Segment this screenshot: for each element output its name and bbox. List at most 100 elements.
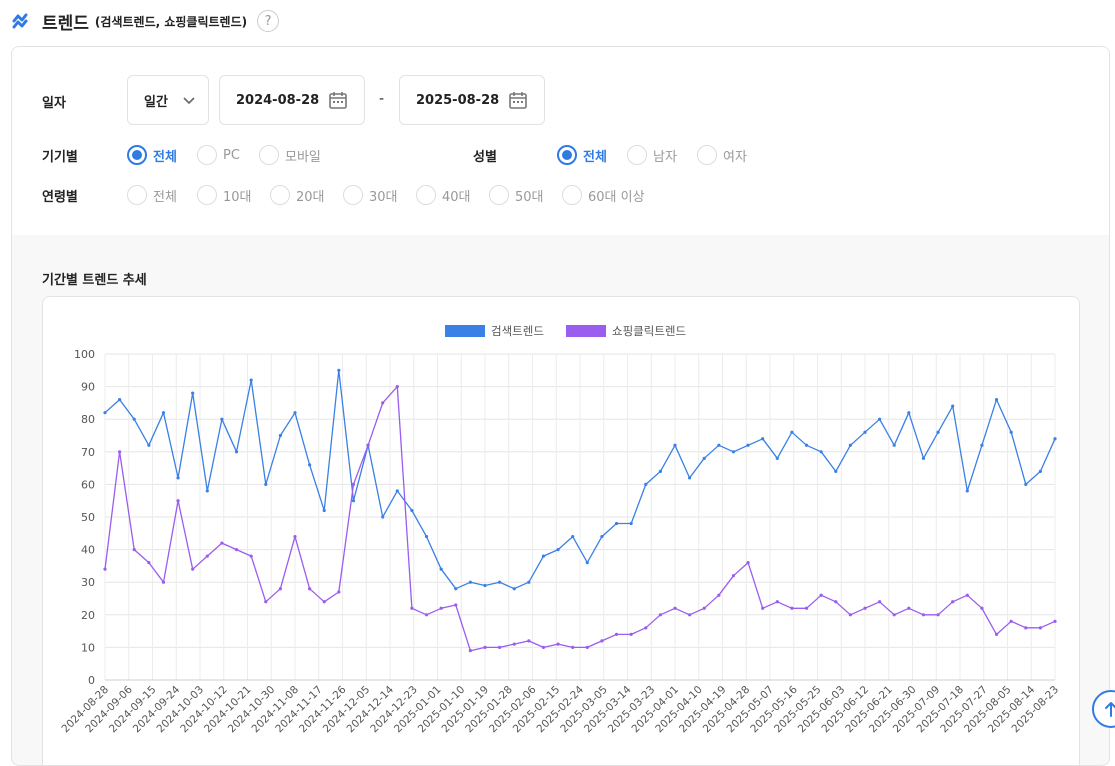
legend-swatch xyxy=(445,325,485,337)
data-point xyxy=(468,649,472,653)
data-point xyxy=(454,587,458,591)
data-point xyxy=(1053,619,1057,623)
data-point xyxy=(410,508,414,513)
data-point xyxy=(512,642,516,646)
age-radio-40s[interactable]: 40대 xyxy=(416,185,471,205)
data-point xyxy=(191,391,195,395)
help-button[interactable]: ? xyxy=(257,10,280,32)
data-point xyxy=(103,411,107,415)
start-date-field[interactable]: 2024-08-28 xyxy=(219,75,365,125)
gender-radio-female[interactable]: 여자 xyxy=(697,145,747,165)
data-point xyxy=(249,378,253,382)
data-point xyxy=(644,626,648,630)
data-point xyxy=(921,613,926,617)
data-point xyxy=(132,548,136,552)
data-point xyxy=(264,482,268,486)
data-point xyxy=(571,645,575,649)
data-point xyxy=(731,574,736,578)
data-point xyxy=(527,639,531,643)
radio-circle xyxy=(343,185,363,205)
radio-circle xyxy=(557,145,577,165)
y-tick-label: 80 xyxy=(81,413,95,426)
legend-swatch xyxy=(566,325,606,337)
data-point xyxy=(585,561,589,565)
data-point xyxy=(410,606,414,610)
date-separator: - xyxy=(379,91,385,107)
data-point xyxy=(351,482,356,486)
y-tick-label: 0 xyxy=(88,674,95,687)
data-point xyxy=(775,600,779,604)
data-point xyxy=(337,590,341,594)
radio-label: 남자 xyxy=(653,149,677,165)
data-point xyxy=(658,613,662,617)
data-point xyxy=(761,437,765,441)
section-title: 기간별 트렌드 추세 xyxy=(42,273,147,288)
data-point xyxy=(264,600,268,604)
data-point xyxy=(790,606,794,610)
radio-label: 여자 xyxy=(723,149,747,165)
y-tick-label: 30 xyxy=(81,576,95,589)
data-point xyxy=(571,534,575,539)
data-point xyxy=(118,450,122,454)
data-point xyxy=(965,489,969,493)
age-radio-30s[interactable]: 30대 xyxy=(343,185,398,205)
data-point xyxy=(863,430,867,434)
data-point xyxy=(1009,619,1013,623)
data-point xyxy=(381,401,385,405)
data-point xyxy=(103,567,107,571)
y-tick-label: 50 xyxy=(81,511,95,524)
data-point xyxy=(395,489,399,493)
data-point xyxy=(878,417,882,421)
data-point xyxy=(775,456,779,460)
data-point xyxy=(439,606,443,610)
data-point xyxy=(907,606,911,610)
age-radio-60s-plus[interactable]: 60대 이상 xyxy=(562,185,645,205)
data-point xyxy=(1038,626,1042,630)
data-point xyxy=(395,385,399,389)
gender-radio-male[interactable]: 남자 xyxy=(627,145,677,165)
data-point xyxy=(951,600,955,604)
calendar-icon xyxy=(329,92,347,109)
data-point xyxy=(819,593,823,597)
period-select[interactable]: 일간 xyxy=(127,75,209,125)
data-point xyxy=(161,411,166,415)
data-point xyxy=(191,567,195,571)
radio-label: 모바일 xyxy=(285,149,321,165)
device-radio-pc[interactable]: PC xyxy=(197,145,240,165)
device-radio-all[interactable]: 전체 xyxy=(127,145,177,165)
data-point xyxy=(541,645,546,649)
radio-label: 전체 xyxy=(153,189,177,205)
data-point xyxy=(878,600,882,604)
chart-card: 0 10 20 30 40 50 60 70 80 90 100 2024-08-28 2024-09-… xyxy=(42,296,1080,765)
age-radio-50s[interactable]: 50대 xyxy=(489,185,544,205)
radio-label: 10대 xyxy=(223,189,252,205)
data-point xyxy=(951,404,955,408)
data-point xyxy=(804,606,809,610)
data-point xyxy=(147,443,151,447)
data-point xyxy=(834,469,838,473)
data-point xyxy=(556,642,560,646)
data-point xyxy=(746,443,750,447)
data-point xyxy=(161,580,166,584)
data-point xyxy=(644,482,648,486)
data-point xyxy=(278,587,282,591)
end-date-field[interactable]: 2025-08-28 xyxy=(399,75,545,125)
data-point xyxy=(673,606,677,610)
radio-circle xyxy=(127,185,147,205)
gender-radio-all[interactable]: 전체 xyxy=(557,145,607,165)
data-point xyxy=(863,606,867,610)
data-point xyxy=(673,443,677,447)
trend-chart: 01020304050607080901002024-08-282024-09-… xyxy=(59,324,1061,735)
data-point xyxy=(483,645,487,649)
age-radio-all[interactable]: 전체 xyxy=(127,185,177,205)
data-point xyxy=(234,450,239,454)
data-point xyxy=(132,417,136,421)
calendar-icon xyxy=(509,92,527,109)
data-point xyxy=(600,639,604,643)
data-point xyxy=(790,430,794,434)
age-radio-20s[interactable]: 20대 xyxy=(270,185,325,205)
radio-circle xyxy=(416,185,436,205)
device-radio-mobile[interactable]: 모바일 xyxy=(259,145,321,165)
data-point xyxy=(994,632,999,636)
age-radio-10s[interactable]: 10대 xyxy=(197,185,252,205)
